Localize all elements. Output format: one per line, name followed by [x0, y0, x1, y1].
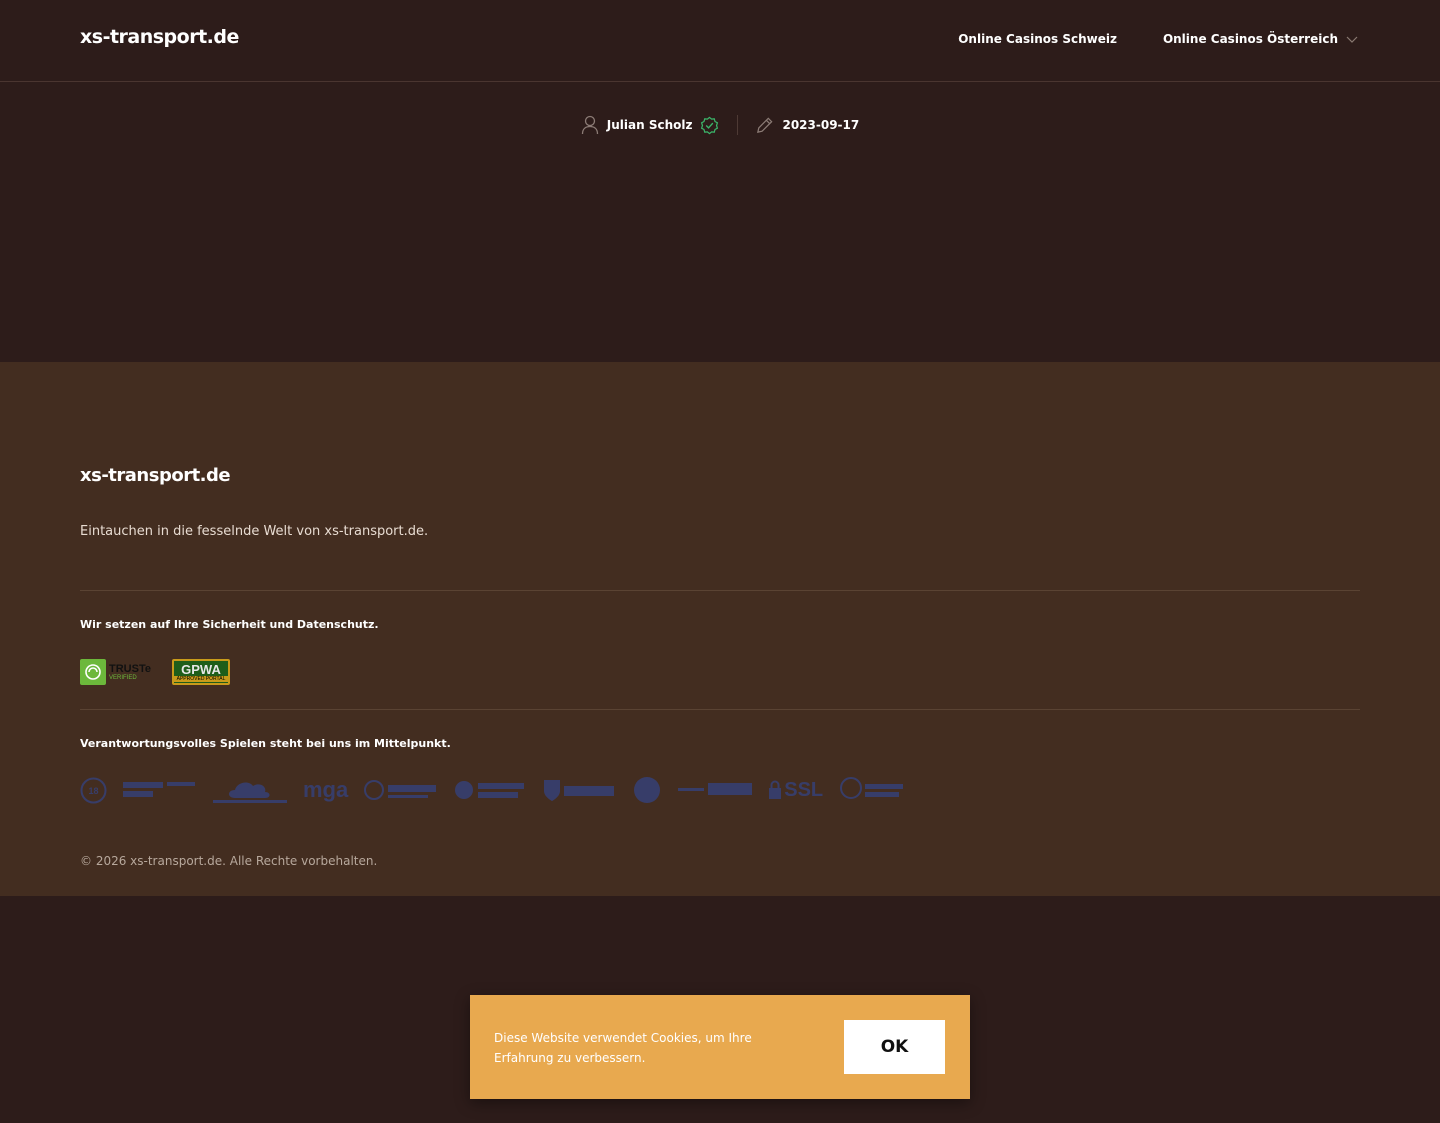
gamcare-logo[interactable]	[364, 776, 438, 804]
age-18-icon: 18	[80, 777, 107, 803]
meta-date: 2023-09-17	[755, 116, 859, 135]
chevron-down-icon	[1346, 36, 1358, 43]
meta-separator	[737, 115, 739, 135]
nav-item-label: Online Casinos Österreich	[1162, 32, 1338, 46]
truste-logo-icon	[80, 659, 106, 685]
gpwa-badge[interactable]: GPWA APPROVED PORTAL	[172, 659, 230, 685]
shield-brand-logo[interactable]	[542, 776, 616, 804]
cookie-text: Diese Website verwendet Cookies, um Ihre…	[494, 1031, 752, 1065]
main-nav: Online Casinos Schweiz Online Casinos Ös…	[958, 32, 1358, 46]
meta-author: Julian Scholz	[581, 115, 720, 135]
gamcare-icon	[364, 780, 437, 800]
begambleaware-logo[interactable]	[123, 776, 197, 804]
gamcare-cloud-logo[interactable]	[213, 776, 287, 804]
security-badges: TRUSTe VERIFIED GPWA APPROVED PORTAL	[80, 659, 230, 685]
truste-badge[interactable]: TRUSTe VERIFIED	[80, 659, 154, 685]
ssl-label: SSL	[784, 778, 824, 801]
gordon-moody-icon	[455, 781, 525, 799]
cloud-icon	[213, 782, 287, 803]
globe-icon	[634, 777, 661, 803]
age-18-logo[interactable]: 18	[80, 776, 107, 804]
globe-logo[interactable]	[632, 776, 662, 804]
user-icon	[581, 115, 598, 135]
site-footer: xs-transport.de Eintauchen in die fessel…	[0, 362, 1440, 896]
site-logo[interactable]: xs-transport.de	[80, 26, 239, 48]
footer-divider	[80, 590, 1360, 591]
cookie-banner: Diese Website verwendet Cookies, um Ihre…	[470, 995, 970, 1099]
nav-item-casinos-oesterreich[interactable]: Online Casinos Österreich	[1163, 32, 1358, 46]
footer-logo[interactable]: xs-transport.de	[80, 465, 231, 486]
site-header: xs-transport.de Online Casinos Schweiz O…	[0, 0, 1440, 82]
nav-item-casinos-schweiz[interactable]: Online Casinos Schweiz	[958, 32, 1117, 46]
cookie-ok-button[interactable]: OK	[844, 1020, 945, 1074]
truste-sublabel: VERIFIED	[109, 674, 137, 681]
gpwa-sublabel: APPROVED PORTAL	[174, 675, 228, 682]
secure-payment-logo[interactable]	[839, 776, 905, 804]
publish-date: 2023-09-17	[782, 118, 860, 132]
responsible-heading: Verantwortungsvolles Spielen steht bei u…	[80, 737, 451, 750]
ssl-logo[interactable]: SSL	[768, 776, 823, 804]
copyright: © 2026 xs-transport.de. Alle Rechte vorb…	[80, 854, 378, 868]
mga-logo[interactable]: mga	[303, 776, 348, 804]
footer-tagline: Eintauchen in die fesselnde Welt von xs-…	[80, 524, 429, 539]
gordon-moody-logo[interactable]	[454, 776, 526, 804]
shield-icon	[544, 780, 615, 801]
gpwa-label: GPWA	[181, 661, 221, 677]
secure-payment-icon	[840, 777, 904, 799]
ecogra-logo[interactable]	[678, 776, 753, 804]
nav-item-label: Online Casinos Schweiz	[958, 32, 1117, 46]
article-meta: Julian Scholz 2023-09-17	[0, 115, 1440, 135]
author-name[interactable]: Julian Scholz	[607, 118, 693, 132]
responsible-gambling-logos: 18 mga SSL	[80, 776, 905, 804]
svg-text:18: 18	[88, 786, 98, 796]
ecogra-icon	[678, 783, 753, 795]
verified-badge-icon	[701, 116, 719, 134]
pencil-icon	[757, 117, 773, 133]
mga-label: mga	[303, 777, 349, 802]
lock-icon	[769, 780, 782, 799]
security-heading: Wir setzen auf Ihre Sicherheit und Daten…	[80, 618, 379, 631]
footer-divider	[80, 709, 1360, 710]
begambleaware-icon	[123, 782, 195, 797]
truste-label: TRUSTe	[109, 662, 151, 675]
